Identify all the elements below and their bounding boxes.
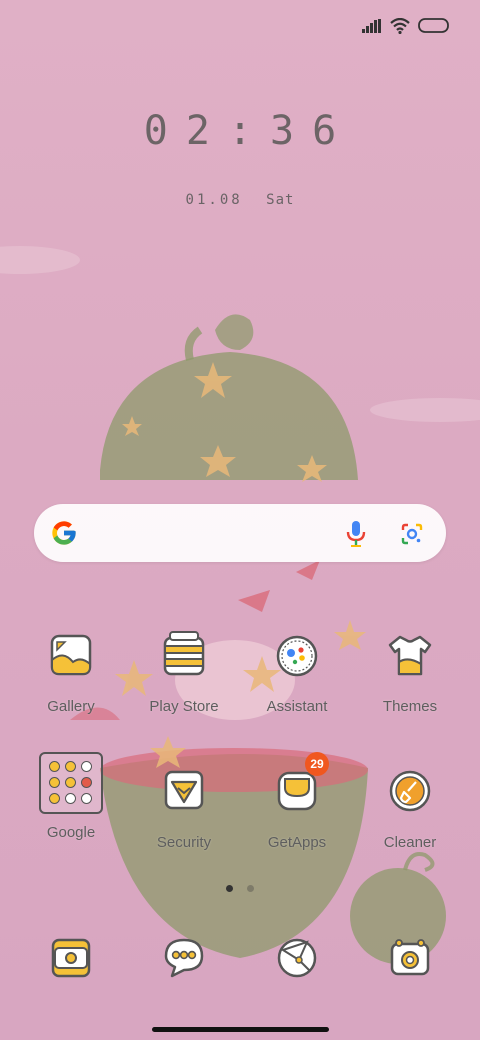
clock-time[interactable]: 02:36 [0, 108, 480, 154]
security-icon [156, 764, 212, 820]
themes-icon [382, 628, 438, 684]
notification-badge: 29 [305, 752, 329, 776]
microphone-icon[interactable] [346, 520, 366, 553]
app-assistant[interactable]: Assistant [242, 628, 352, 715]
assistant-icon [269, 628, 325, 684]
clock-date[interactable]: 01.08 Sat [0, 192, 480, 208]
dock-browser[interactable] [242, 930, 352, 986]
folder-icon [39, 752, 103, 814]
getapps-icon: 29 [269, 752, 329, 820]
folder-app-icon [81, 777, 92, 788]
app-label: Themes [382, 698, 438, 715]
phone-icon [43, 930, 99, 986]
folder-app-icon [49, 777, 60, 788]
folder-app-icon [49, 761, 60, 772]
app-label: GetApps [267, 834, 327, 851]
app-label: Play Store [149, 698, 219, 715]
page-dot [247, 885, 255, 892]
app-label: Gallery [47, 698, 95, 715]
dock-phone[interactable] [16, 930, 126, 986]
home-gesture-bar[interactable] [152, 1027, 329, 1032]
app-label: Cleaner [383, 834, 437, 851]
dock-messages[interactable] [129, 930, 239, 986]
messages-icon [156, 930, 212, 986]
page-indicator[interactable] [0, 879, 480, 897]
folder-app-icon [49, 793, 60, 804]
folder-app-icon [81, 793, 92, 804]
google-search-bar[interactable] [34, 504, 446, 562]
app-cleaner[interactable]: Cleaner [355, 764, 465, 851]
app-gallery[interactable]: Gallery [16, 628, 126, 715]
folder-app-icon [81, 761, 92, 772]
cellular-signal-icon [362, 19, 382, 38]
browser-icon [269, 930, 325, 986]
battery-icon [418, 18, 450, 39]
app-getapps[interactable]: 29 GetApps [242, 752, 352, 851]
app-label: Assistant [266, 698, 328, 715]
date-label: 01.08 [185, 192, 243, 208]
folder-google[interactable]: Google [16, 752, 126, 841]
app-security[interactable]: Security [129, 764, 239, 851]
wifi-icon [390, 17, 410, 39]
gallery-icon [43, 628, 99, 684]
dock-camera[interactable] [355, 930, 465, 986]
app-label: Security [156, 834, 212, 851]
app-label: Google [46, 824, 96, 841]
google-lens-icon[interactable] [400, 522, 424, 551]
page-dot-active [225, 885, 233, 892]
google-g-icon [50, 519, 78, 552]
weekday-label: Sat [266, 192, 295, 208]
status-bar [0, 0, 480, 56]
folder-app-icon [65, 777, 76, 788]
camera-icon [382, 930, 438, 986]
play-store-icon [156, 628, 212, 684]
app-play-store[interactable]: Play Store [129, 628, 239, 715]
app-themes[interactable]: Themes [355, 628, 465, 715]
folder-app-icon [65, 793, 76, 804]
folder-app-icon [65, 761, 76, 772]
cleaner-icon [382, 764, 438, 820]
